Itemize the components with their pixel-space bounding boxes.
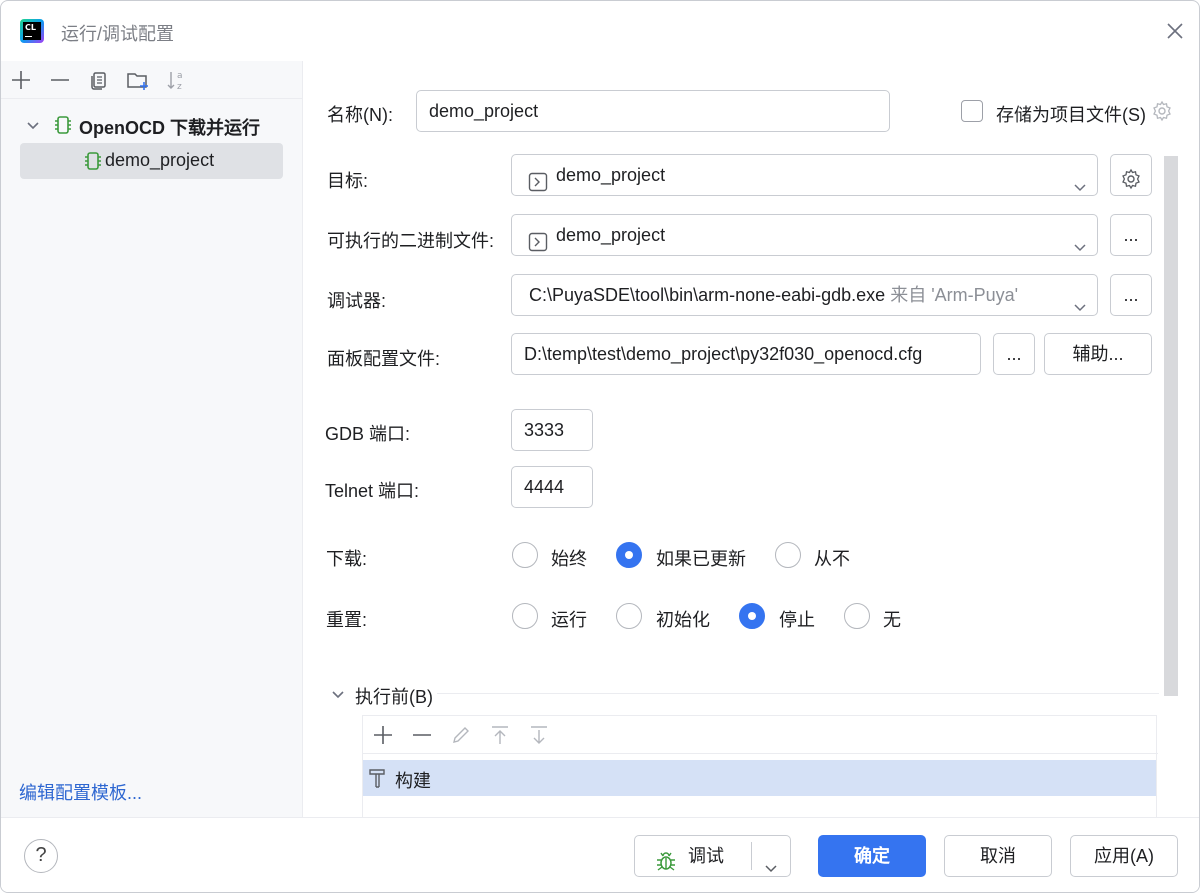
download-always-radio[interactable] bbox=[512, 542, 538, 568]
board-config-browse-button[interactable]: ... bbox=[993, 333, 1035, 375]
chevron-down-icon bbox=[764, 849, 778, 889]
bug-icon bbox=[655, 846, 677, 886]
target-select[interactable]: demo_project bbox=[511, 154, 1098, 196]
name-field[interactable]: demo_project bbox=[416, 90, 890, 132]
edit-icon[interactable] bbox=[449, 723, 473, 752]
remove-icon[interactable] bbox=[410, 723, 434, 752]
chevron-down-icon bbox=[1073, 228, 1087, 255]
executable-value: demo_project bbox=[556, 225, 666, 245]
config-tree-pane: az OpenOCD 下载并运行 demo_project 编辑配置模板... bbox=[1, 61, 303, 817]
executable-select[interactable]: demo_project bbox=[511, 214, 1098, 256]
debugger-value: C:\PuyaSDE\tool\bin\arm-none-eabi-gdb.ex… bbox=[529, 285, 886, 305]
telnet-port-label: Telnet 端口: bbox=[325, 481, 420, 501]
download-label: 下载: bbox=[326, 549, 368, 569]
download-if-updated-label: 如果已更新 bbox=[656, 549, 746, 569]
sort-icon[interactable]: az bbox=[165, 68, 189, 92]
run-debug-config-dialog: CL 运行/调试配置 az OpenOCD 下载并运行 demo_project… bbox=[0, 0, 1200, 893]
hammer-icon bbox=[367, 767, 389, 794]
reset-init-radio[interactable] bbox=[616, 603, 642, 629]
title-bar: CL 运行/调试配置 bbox=[1, 1, 1199, 61]
debugger-suffix: 来自 'Arm-Puya' bbox=[890, 285, 1019, 305]
add-icon[interactable] bbox=[9, 68, 33, 92]
close-icon[interactable] bbox=[1161, 17, 1189, 45]
name-label: 名称(N): bbox=[327, 105, 393, 125]
remove-icon[interactable] bbox=[48, 68, 72, 92]
debug-button[interactable]: 调试 bbox=[635, 836, 751, 876]
openocd-chip-icon bbox=[83, 151, 103, 171]
executable-browse-button[interactable]: ... bbox=[1110, 214, 1152, 256]
before-launch-item-build[interactable]: 构建 bbox=[363, 760, 1156, 796]
reset-run-radio[interactable] bbox=[512, 603, 538, 629]
section-divider bbox=[437, 693, 1159, 694]
reset-run-label: 运行 bbox=[551, 610, 587, 630]
terminal-icon bbox=[528, 166, 548, 195]
config-form: 名称(N): demo_project 存储为项目文件(S) 目标: demo_… bbox=[304, 61, 1199, 817]
terminal-icon bbox=[528, 226, 548, 255]
dialog-footer: ? 调试 确定 取消 应用(A) bbox=[1, 817, 1199, 892]
download-always-label: 始终 bbox=[551, 549, 587, 569]
before-launch-label[interactable]: 执行前(B) bbox=[355, 683, 433, 709]
gdb-port-label: GDB 端口: bbox=[325, 424, 411, 444]
reset-none-radio[interactable] bbox=[844, 603, 870, 629]
target-label: 目标: bbox=[327, 171, 369, 191]
target-value: demo_project bbox=[556, 165, 666, 185]
move-up-icon[interactable] bbox=[488, 723, 512, 752]
reset-init-label: 初始化 bbox=[656, 610, 710, 630]
openocd-chip-icon bbox=[53, 115, 73, 135]
download-if-updated-radio[interactable] bbox=[616, 542, 642, 568]
reset-none-label: 无 bbox=[883, 610, 901, 630]
tree-item-label: demo_project bbox=[105, 150, 215, 170]
debugger-browse-button[interactable]: ... bbox=[1110, 274, 1152, 316]
tree-group-openocd[interactable]: OpenOCD 下载并运行 bbox=[1, 107, 303, 143]
before-launch-toolbar bbox=[363, 716, 1158, 754]
tree-group-label: OpenOCD 下载并运行 bbox=[79, 118, 261, 138]
gear-icon bbox=[1120, 164, 1142, 204]
board-config-label: 面板配置文件: bbox=[327, 349, 441, 369]
download-never-label: 从不 bbox=[814, 549, 850, 569]
chevron-down-icon[interactable] bbox=[330, 686, 346, 707]
telnet-port-field[interactable]: 4444 bbox=[511, 466, 593, 508]
clion-logo-icon: CL bbox=[20, 19, 44, 43]
reset-halt-radio[interactable] bbox=[739, 603, 765, 629]
ok-button[interactable]: 确定 bbox=[818, 835, 926, 877]
gdb-port-field[interactable]: 3333 bbox=[511, 409, 593, 451]
svg-text:z: z bbox=[177, 82, 182, 92]
apply-button[interactable]: 应用(A) bbox=[1070, 835, 1178, 877]
debugger-label: 调试器: bbox=[327, 291, 387, 311]
svg-text:a: a bbox=[177, 71, 183, 81]
chevron-down-icon bbox=[1073, 288, 1087, 315]
target-settings-button[interactable] bbox=[1110, 154, 1152, 196]
debug-label: 调试 bbox=[688, 846, 724, 866]
reset-halt-label: 停止 bbox=[779, 610, 815, 630]
gear-icon[interactable] bbox=[1151, 100, 1173, 127]
reset-label: 重置: bbox=[326, 610, 368, 630]
board-config-field[interactable]: D:\temp\test\demo_project\py32f030_openo… bbox=[511, 333, 981, 375]
debug-dropdown-button[interactable] bbox=[752, 836, 790, 876]
dialog-title: 运行/调试配置 bbox=[61, 24, 175, 44]
copy-icon[interactable] bbox=[87, 68, 111, 92]
before-launch-list: 构建 bbox=[362, 715, 1158, 817]
chevron-down-icon bbox=[1073, 168, 1087, 195]
help-button[interactable]: ? bbox=[24, 839, 58, 873]
form-scrollbar[interactable] bbox=[1164, 156, 1178, 696]
edit-templates-link[interactable]: 编辑配置模板... bbox=[19, 779, 142, 805]
store-as-file-label: 存储为项目文件(S) bbox=[996, 105, 1146, 125]
executable-label: 可执行的二进制文件: bbox=[327, 231, 495, 251]
download-never-radio[interactable] bbox=[775, 542, 801, 568]
debugger-select[interactable]: C:\PuyaSDE\tool\bin\arm-none-eabi-gdb.ex… bbox=[511, 274, 1098, 316]
move-down-icon[interactable] bbox=[527, 723, 551, 752]
debug-split-button: 调试 bbox=[634, 835, 791, 877]
assist-button[interactable]: 辅助... bbox=[1044, 333, 1152, 375]
new-folder-icon[interactable] bbox=[126, 68, 150, 92]
tree-toolbar: az bbox=[1, 61, 303, 99]
tree-item-demo-project[interactable]: demo_project bbox=[1, 143, 303, 179]
chevron-down-icon[interactable] bbox=[25, 117, 41, 138]
store-as-file-checkbox[interactable] bbox=[961, 100, 983, 122]
before-launch-item-label: 构建 bbox=[395, 771, 431, 791]
add-icon[interactable] bbox=[371, 723, 395, 752]
cancel-button[interactable]: 取消 bbox=[944, 835, 1052, 877]
